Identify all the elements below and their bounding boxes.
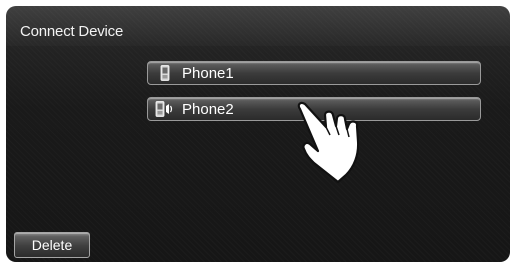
phone-audio-icon [154,100,176,118]
device-label: Phone1 [182,64,234,82]
page-title: Connect Device [20,23,124,40]
hand-pointer-icon [297,101,360,184]
phone-icon [154,64,176,82]
device-label: Phone2 [182,100,234,118]
device-screen: Connect Device Phone1 Phone2 Delete [6,6,510,262]
delete-button[interactable]: Delete [14,232,90,258]
device-row-phone1[interactable]: Phone1 [147,61,481,85]
